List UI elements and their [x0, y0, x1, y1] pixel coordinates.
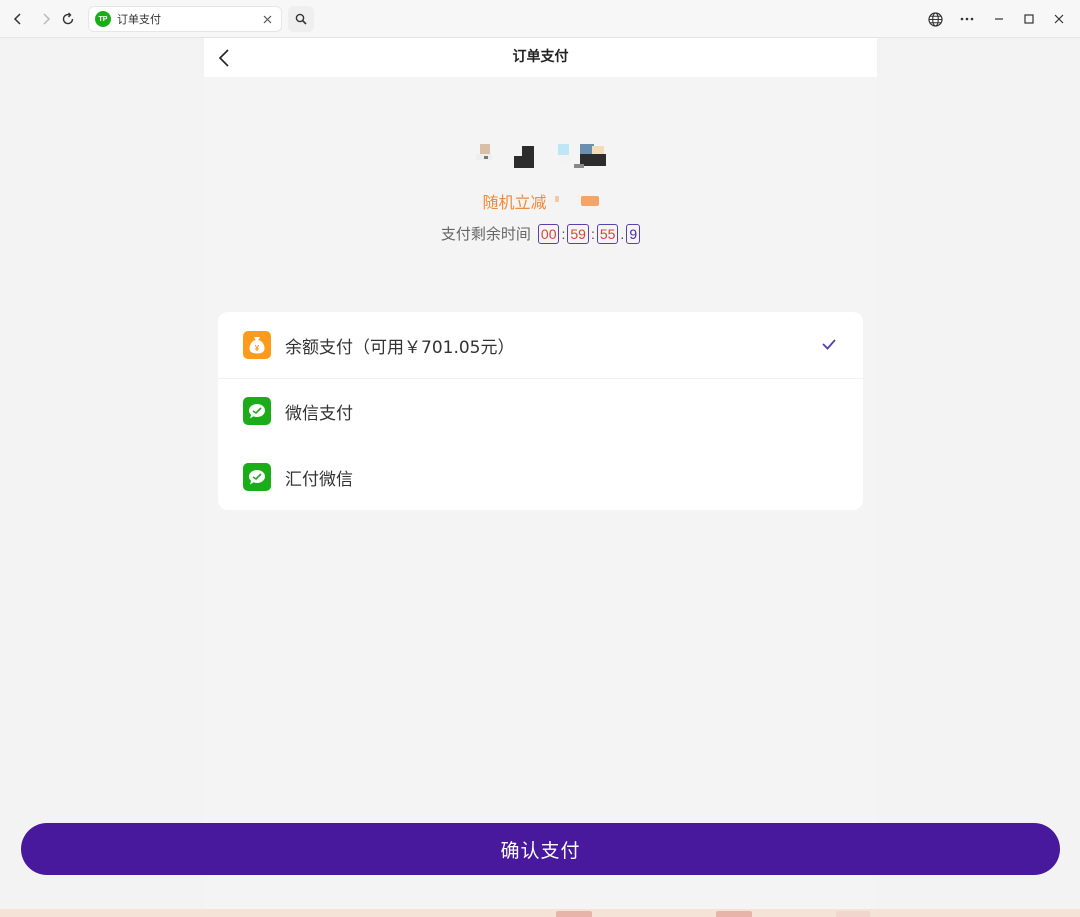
refresh-icon[interactable] — [58, 9, 78, 29]
countdown-label: 支付剩余时间 — [440, 225, 531, 243]
obscured-amount — [474, 142, 614, 170]
browser-toolbar: TP 订单支付 — [0, 0, 1080, 38]
chevron-right-icon[interactable] — [36, 9, 56, 29]
payment-countdown: 支付剩余时间 00 : 59 : 55 . 9 — [204, 223, 877, 244]
favicon: TP — [95, 11, 111, 27]
payment-method-wechat[interactable]: 微信支付 — [218, 378, 863, 444]
wallet-icon: ¥ — [243, 331, 271, 359]
payment-method-huifu-wechat[interactable]: 汇付微信 — [218, 444, 863, 510]
browser-tab[interactable]: TP 订单支付 — [88, 6, 282, 32]
countdown-seconds: 55 — [596, 223, 619, 244]
payment-methods-list: ¥ 余额支付（可用￥701.05元） 微信支付 汇付微信 — [218, 312, 863, 510]
taskbar-strip — [0, 909, 1080, 917]
discount-label: 随机立减 — [482, 193, 547, 212]
chevron-left-icon[interactable] — [8, 9, 28, 29]
countdown-hours: 00 — [537, 223, 560, 244]
more-icon[interactable] — [952, 4, 982, 34]
obscured-discount-amount — [580, 196, 599, 206]
maximize-icon[interactable] — [1014, 4, 1044, 34]
random-discount: 随机立减 — [204, 189, 877, 213]
window-controls — [920, 0, 1080, 38]
back-arrow-icon[interactable] — [212, 46, 236, 70]
page-header: 订单支付 — [204, 38, 877, 77]
payment-method-balance[interactable]: ¥ 余额支付（可用￥701.05元） — [218, 312, 863, 378]
globe-icon[interactable] — [920, 4, 950, 34]
tab-title: 订单支付 — [117, 13, 161, 26]
search-icon[interactable] — [288, 6, 314, 32]
payment-method-label: 汇付微信 — [285, 469, 353, 490]
confirm-payment-button[interactable]: 确认支付 — [21, 823, 1060, 875]
tab-close-icon[interactable] — [259, 11, 275, 27]
wechat-icon — [243, 397, 271, 425]
payment-method-label: 余额支付（可用￥701.05元） — [285, 337, 515, 358]
countdown-separator: : — [561, 225, 566, 242]
payment-page: 订单支付 随机立减 支付剩余时间 00 : 59 : 55 . 9 ¥ 余额支付… — [204, 38, 877, 910]
countdown-separator: . — [620, 225, 625, 242]
countdown-tenths: 9 — [626, 223, 641, 244]
svg-text:¥: ¥ — [255, 344, 260, 353]
payment-method-label: 微信支付 — [285, 403, 353, 424]
countdown-separator: : — [590, 225, 595, 242]
wechat-icon — [243, 463, 271, 491]
minimize-icon[interactable] — [984, 4, 1014, 34]
obscured-discount-part — [554, 196, 559, 202]
page-title: 订单支付 — [512, 49, 569, 65]
countdown-minutes: 59 — [567, 223, 589, 244]
close-icon[interactable] — [1044, 4, 1074, 34]
checkmark-icon — [819, 334, 839, 354]
